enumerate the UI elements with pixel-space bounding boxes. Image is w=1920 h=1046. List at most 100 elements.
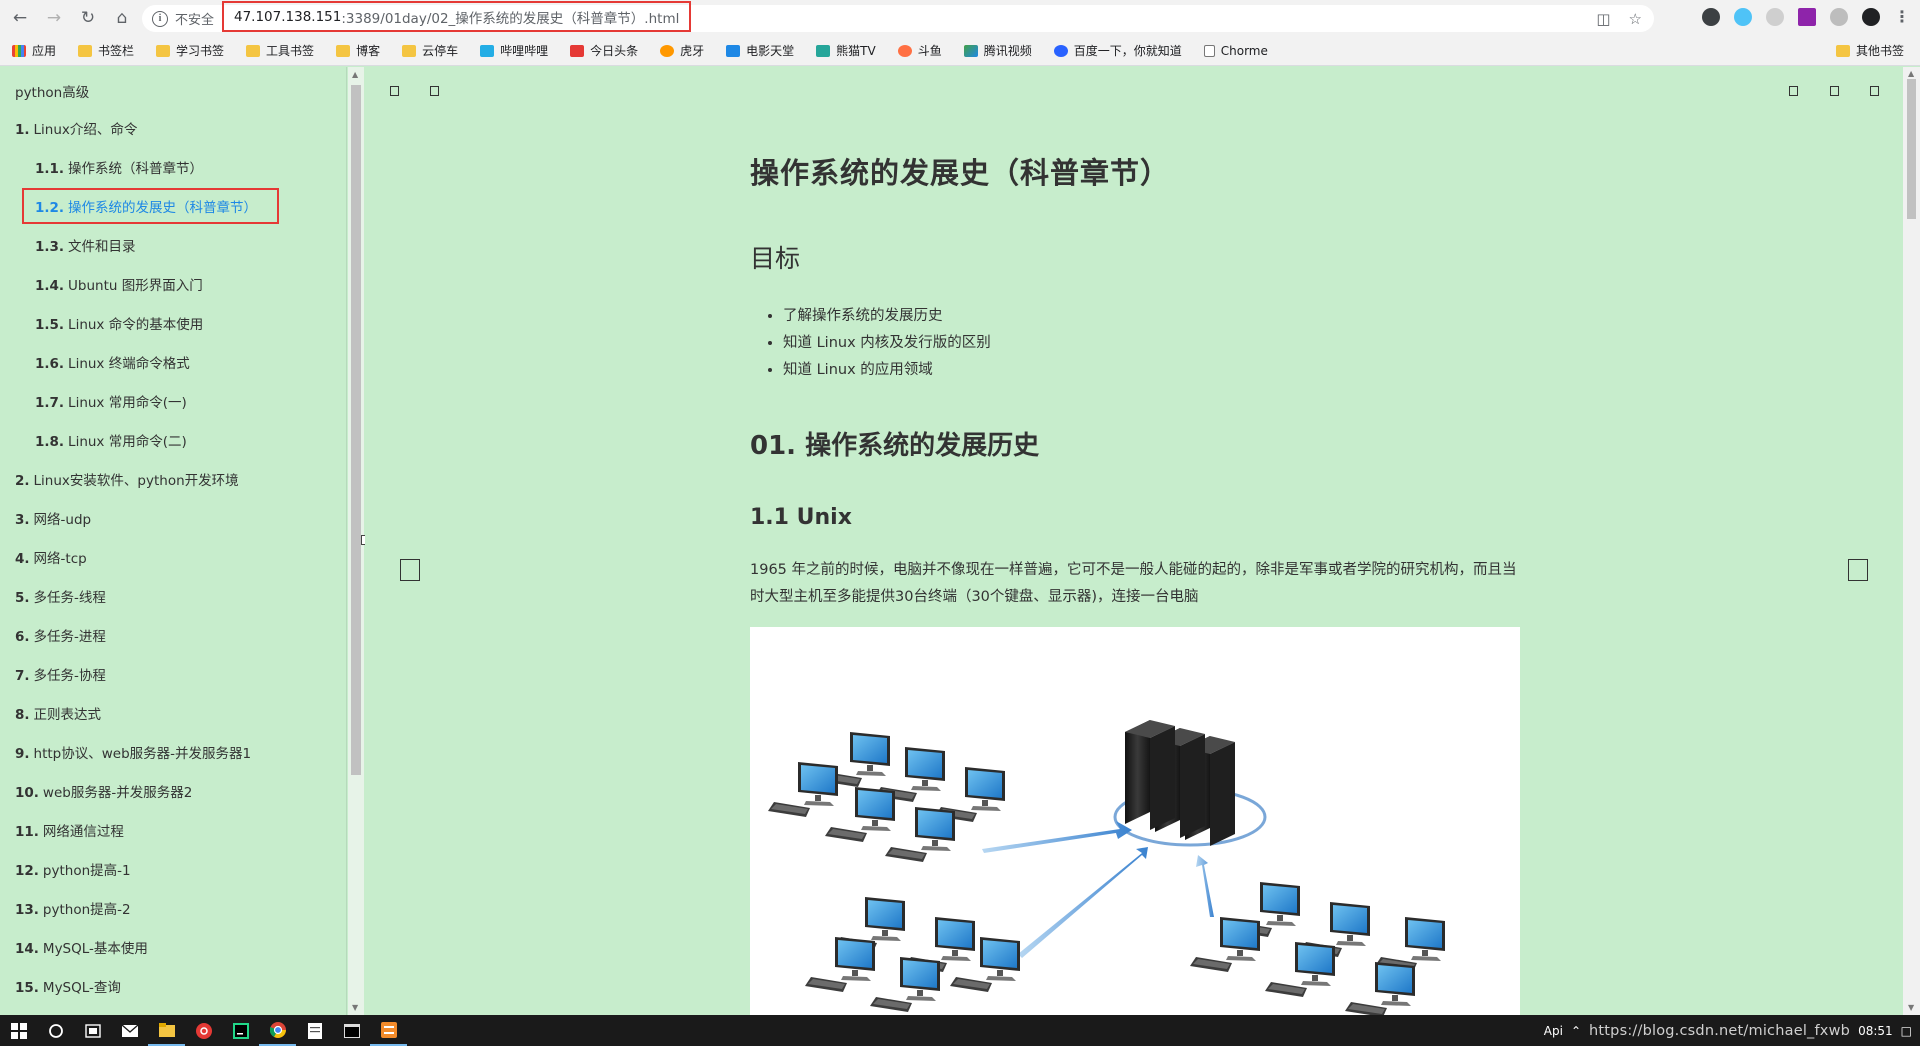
- url-text[interactable]: 47.107.138.151:3389/01day/02_操作系统的发展史（科普…: [222, 1, 692, 32]
- extension-icon[interactable]: [1830, 7, 1848, 26]
- extension-icon[interactable]: [1766, 7, 1784, 26]
- address-bar[interactable]: i 不安全 47.107.138.151:3389/01day/02_操作系统的…: [142, 1, 1654, 32]
- forward-icon[interactable]: →: [40, 4, 68, 32]
- bookmark-item[interactable]: 百度一下，你就知道: [1053, 42, 1182, 59]
- toc-item[interactable]: 8. 正则表达式: [15, 703, 101, 723]
- toc-toggle-icon[interactable]: [390, 86, 399, 96]
- scroll-down-icon[interactable]: ▼: [352, 1003, 358, 1012]
- toc-item-active[interactable]: 1.2. 操作系统的发展史（科普章节）: [35, 196, 257, 216]
- main-scroll-thumb[interactable]: [1907, 79, 1916, 219]
- scroll-up-icon[interactable]: ▲: [1908, 69, 1914, 78]
- bookmark-item[interactable]: 今日头条: [570, 42, 638, 59]
- netease-music-icon[interactable]: [185, 1015, 222, 1046]
- sidebar-scroll-thumb[interactable]: [351, 85, 361, 775]
- mail-icon[interactable]: [111, 1015, 148, 1046]
- home-icon[interactable]: ⌂: [108, 4, 136, 32]
- windows-start-icon[interactable]: [0, 1015, 37, 1046]
- toc-item[interactable]: 10. web服务器-并发服务器2: [15, 781, 192, 801]
- toc-item[interactable]: 2. Linux安装软件、python开发环境: [15, 469, 239, 489]
- clock[interactable]: 08:51: [1858, 1024, 1893, 1038]
- pycharm-icon[interactable]: [222, 1015, 259, 1046]
- chevron-up-icon[interactable]: ⌃: [1571, 1024, 1581, 1038]
- toc-item[interactable]: 7. 多任务-协程: [15, 664, 106, 684]
- main-content: 操作系统的发展史（科普章节） 目标 了解操作系统的发展历史 知道 Linux 内…: [365, 67, 1903, 1015]
- toc-item[interactable]: 6. 多任务-进程: [15, 625, 106, 645]
- toc-item[interactable]: 11. 网络通信过程: [15, 820, 124, 840]
- toc-item[interactable]: 4. 网络-tcp: [15, 547, 87, 567]
- task-view-icon[interactable]: [74, 1015, 111, 1046]
- toc-item[interactable]: 1.5. Linux 命令的基本使用: [35, 313, 203, 333]
- section-heading: 01. 操作系统的发展历史: [750, 431, 1040, 461]
- bookmark-item[interactable]: 博客: [336, 42, 380, 59]
- toc-item[interactable]: 1.1. 操作系统（科普章节）: [35, 157, 203, 177]
- profile-icon[interactable]: [1862, 7, 1880, 26]
- reload-icon[interactable]: ↻: [74, 4, 102, 32]
- star-icon[interactable]: ☆: [1629, 10, 1642, 28]
- tencent-video-icon: [963, 44, 978, 57]
- translate-icon[interactable]: ◫: [1596, 10, 1610, 28]
- toc-item[interactable]: 1.6. Linux 终端命令格式: [35, 352, 190, 372]
- toc-item[interactable]: 1.3. 文件和目录: [35, 235, 136, 255]
- toc-item[interactable]: 12. python提高-1: [15, 859, 131, 879]
- toc-item[interactable]: 1.7. Linux 常用命令(一): [35, 391, 187, 411]
- bookmark-item[interactable]: 电影天堂: [726, 42, 794, 59]
- scroll-up-icon[interactable]: ▲: [352, 70, 358, 79]
- other-bookmarks[interactable]: 其他书签: [1835, 42, 1904, 59]
- tray-text[interactable]: Api: [1544, 1024, 1563, 1038]
- network-diagram-image: [750, 627, 1520, 1015]
- bookmark-item[interactable]: 书签栏: [78, 42, 134, 59]
- search-icon[interactable]: [37, 1015, 74, 1046]
- next-page-icon[interactable]: [1848, 559, 1868, 581]
- toc-item[interactable]: 3. 网络-udp: [15, 508, 91, 528]
- info-icon[interactable]: i: [152, 10, 168, 27]
- prev-page-icon[interactable]: [400, 559, 420, 581]
- windows-taskbar: Api ⌃ https://blog.csdn.net/michael_fxwb…: [0, 1015, 1920, 1046]
- toc-item[interactable]: 15. MySQL-查询: [15, 976, 121, 996]
- scroll-down-icon[interactable]: ▼: [1908, 1003, 1914, 1012]
- notepad-icon[interactable]: [296, 1015, 333, 1046]
- bookmark-item[interactable]: Chorme: [1203, 44, 1268, 58]
- toc-item[interactable]: 13. python提高-2: [15, 898, 131, 918]
- bookmark-item[interactable]: 云停车: [402, 42, 458, 59]
- folder-icon: [78, 44, 93, 57]
- page-title: 操作系统的发展史（科普章节）: [750, 156, 1171, 190]
- toc-item[interactable]: 1.4. Ubuntu 图形界面入门: [35, 274, 203, 294]
- toc-item[interactable]: 1.8. Linux 常用命令(二): [35, 430, 187, 450]
- print-icon[interactable]: [1870, 86, 1879, 96]
- file-explorer-icon[interactable]: [148, 1015, 185, 1046]
- bookmark-item[interactable]: 学习书签: [156, 42, 224, 59]
- toc-title[interactable]: python高级: [15, 81, 89, 101]
- extension-icon[interactable]: [1734, 7, 1752, 26]
- main-scrollbar[interactable]: ▲ ▼: [1903, 67, 1920, 1015]
- search-toggle-icon[interactable]: [430, 86, 439, 96]
- huya-icon: [660, 44, 675, 57]
- list-item: 了解操作系统的发展历史: [783, 303, 991, 330]
- extension-icon[interactable]: [1798, 7, 1816, 26]
- bookmark-item[interactable]: 虎牙: [660, 42, 704, 59]
- toc-item[interactable]: 14. MySQL-基本使用: [15, 937, 148, 957]
- notification-icon[interactable]: □: [1901, 1024, 1912, 1038]
- toc-item[interactable]: 1. Linux介绍、命令: [15, 118, 137, 138]
- movie-icon: [726, 44, 741, 57]
- toc-item[interactable]: 9. http协议、web服务器-并发服务器1: [15, 742, 251, 762]
- chrome-icon[interactable]: [259, 1015, 296, 1046]
- bookmark-item[interactable]: 斗鱼: [897, 42, 942, 59]
- sublime-text-icon[interactable]: [370, 1015, 407, 1046]
- terminal-icon[interactable]: [333, 1015, 370, 1046]
- bookmark-item[interactable]: 腾讯视频: [963, 42, 1032, 59]
- paragraph: 1965 年之前的时候，电脑并不像现在一样普遍，它可不是一般人能碰的起的，除非是…: [750, 562, 1517, 605]
- goals-list: 了解操作系统的发展历史 知道 Linux 内核及发行版的区别 知道 Linux …: [780, 303, 991, 384]
- share-icon[interactable]: [1830, 86, 1839, 96]
- list-item: 知道 Linux 的应用领域: [783, 357, 991, 384]
- bilibili-icon: [480, 44, 495, 57]
- bookmark-item[interactable]: 工具书签: [246, 42, 314, 59]
- bookmark-item[interactable]: 哔哩哔哩: [480, 42, 548, 59]
- extension-icon[interactable]: [1702, 7, 1720, 26]
- toc-item[interactable]: 5. 多任务-线程: [15, 586, 106, 606]
- bookmark-item[interactable]: 熊猫TV: [816, 42, 876, 59]
- bookmark-item[interactable]: 应用: [12, 42, 56, 59]
- font-settings-icon[interactable]: [1789, 86, 1798, 96]
- menu-icon[interactable]: ⋮: [1894, 7, 1910, 26]
- back-icon[interactable]: ←: [6, 4, 34, 32]
- folder-icon: [402, 44, 417, 57]
